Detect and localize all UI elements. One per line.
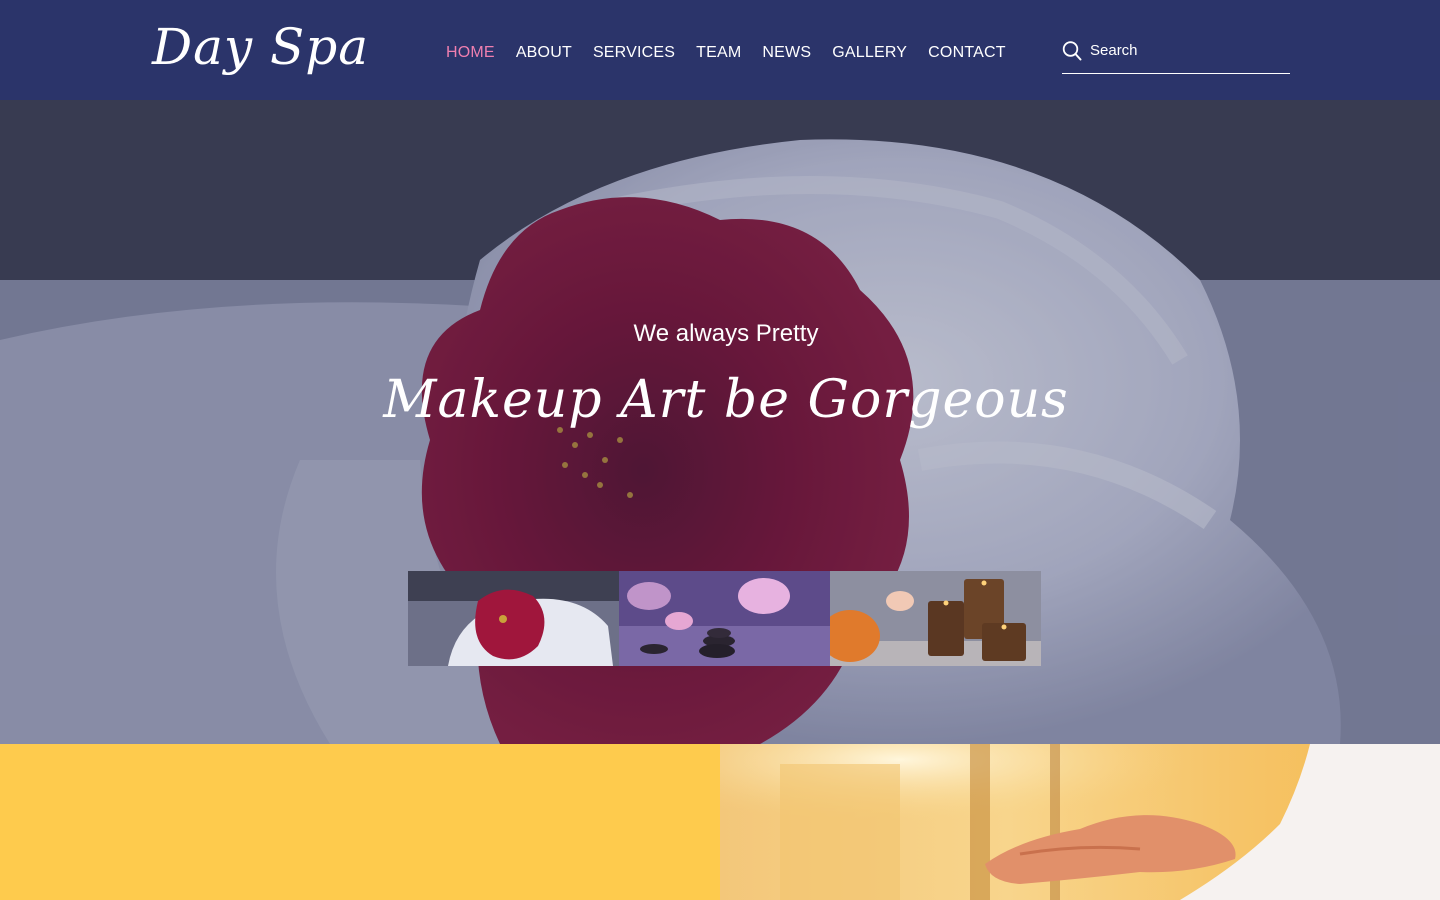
nav-services[interactable]: SERVICES xyxy=(593,44,675,62)
main-nav: HOME ABOUT SERVICES TEAM NEWS GALLERY CO… xyxy=(446,44,1027,62)
logo[interactable]: Day Spa xyxy=(152,18,369,76)
nav-contact[interactable]: CONTACT xyxy=(928,44,1006,62)
search-bar xyxy=(1062,38,1290,74)
nav-about[interactable]: ABOUT xyxy=(516,44,572,62)
slider-thumbnails xyxy=(408,571,1041,666)
search-input[interactable] xyxy=(1090,38,1285,62)
nav-team[interactable]: TEAM xyxy=(696,44,741,62)
nav-home[interactable]: HOME xyxy=(446,44,495,62)
candles-image xyxy=(830,571,1041,666)
slider-thumb-candles[interactable] xyxy=(830,571,1041,666)
promo-photo-panel xyxy=(720,744,1440,900)
hero-subtitle: We always Pretty xyxy=(633,320,819,347)
site-header: Day Spa HOME ABOUT SERVICES TEAM NEWS GA… xyxy=(0,0,1440,100)
search-icon[interactable] xyxy=(1062,40,1082,62)
nav-gallery[interactable]: GALLERY xyxy=(832,44,907,62)
slider-thumb-towel-flower[interactable] xyxy=(408,571,619,666)
nav-news[interactable]: NEWS xyxy=(762,44,811,62)
promo-yellow-panel xyxy=(0,744,720,900)
hero-banner: We always Pretty Makeup Art be Gorgeous xyxy=(0,100,1440,744)
hero-title: Makeup Art be Gorgeous xyxy=(383,370,1069,430)
massage-hands-image xyxy=(720,744,1440,900)
orchid-stones-image xyxy=(619,571,830,666)
towel-flower-image xyxy=(408,571,619,666)
slider-thumb-orchid-stones[interactable] xyxy=(619,571,830,666)
